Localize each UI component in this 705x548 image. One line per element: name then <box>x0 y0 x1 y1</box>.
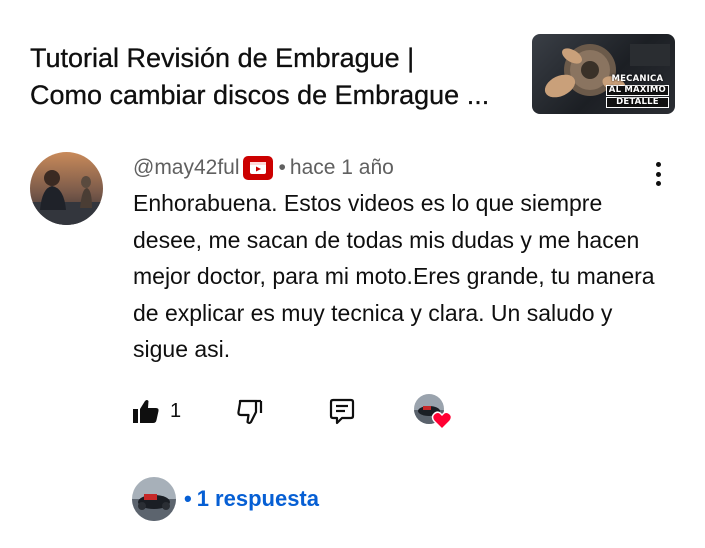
creator-heart <box>414 394 454 434</box>
video-header[interactable]: Tutorial Revisión de Embrague | Como cam… <box>0 0 705 130</box>
video-title-line-2: Como cambiar discos de Embrague ... <box>30 80 490 110</box>
thumbnail-caption: MECANICA AL MAXIMO DETALLE <box>605 74 669 108</box>
thumbnail-caption-line-3: DETALLE <box>605 97 669 108</box>
dislike-button[interactable] <box>236 398 264 426</box>
thumbnail-caption-line-1: MECANICA <box>611 74 664 84</box>
comment-timestamp: hace 1 año <box>289 156 394 179</box>
heart-icon <box>431 411 453 431</box>
replies-toggle[interactable]: • 1 respuesta <box>132 477 319 521</box>
author-handle[interactable]: @may42ful <box>133 156 240 180</box>
replies-separator: • <box>184 486 192 511</box>
avatar-image <box>30 152 103 225</box>
like-button[interactable]: 1 <box>132 398 181 424</box>
thumbs-up-icon <box>133 400 159 423</box>
like-count: 1 <box>170 399 182 422</box>
membership-badge-icon <box>242 156 273 180</box>
video-thumbnail[interactable]: MECANICA AL MAXIMO DETALLE <box>532 34 675 114</box>
video-title-line-1: Tutorial Revisión de Embrague | <box>30 43 415 73</box>
reply-button[interactable] <box>328 398 356 426</box>
comment-actions: 1 <box>0 390 705 434</box>
replies-count-label[interactable]: 1 respuesta <box>197 486 319 512</box>
comment-meta: @may42ful • hace 1 año <box>133 154 394 182</box>
thumbs-down-icon <box>237 399 263 425</box>
reply-comment-icon <box>329 398 355 425</box>
meta-separator: • <box>278 156 286 179</box>
author-avatar[interactable] <box>30 152 103 225</box>
more-options-icon[interactable] <box>646 160 670 188</box>
video-title[interactable]: Tutorial Revisión de Embrague | Como cam… <box>30 40 520 114</box>
reply-author-avatar <box>132 477 176 521</box>
comment-text: Enhorabuena. Estos videos es lo que siem… <box>133 190 655 362</box>
thumbnail-caption-line-2: AL MAXIMO <box>605 85 669 96</box>
